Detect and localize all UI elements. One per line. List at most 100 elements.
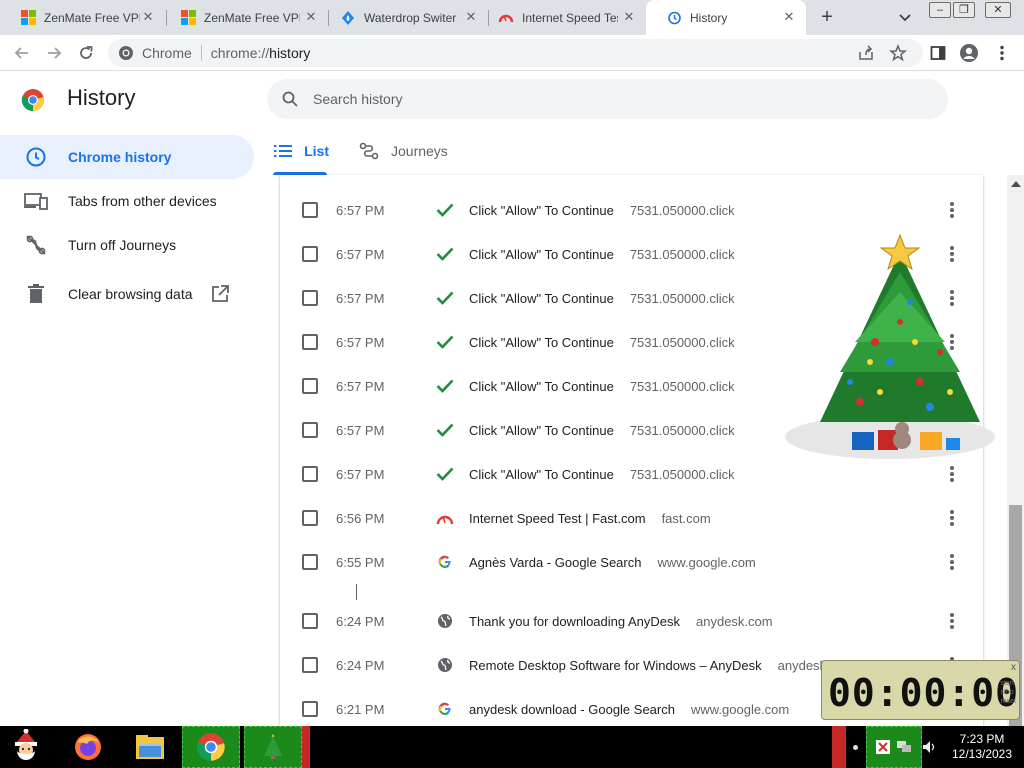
scroll-up-arrow-icon[interactable] — [1011, 181, 1021, 187]
minimize-icon[interactable]: ‒ — [929, 2, 951, 18]
menu-kebab-icon[interactable] — [992, 43, 1012, 63]
row-checkbox[interactable] — [302, 290, 318, 306]
tab-zenmate-2[interactable]: ZenMate Free VPN ✕ — [160, 0, 328, 35]
more-actions-icon[interactable] — [942, 508, 962, 528]
sidebar-item-chrome-history[interactable]: Chrome history — [0, 135, 254, 179]
timer-reset-label[interactable]: reset — [1000, 698, 1016, 705]
row-checkbox[interactable] — [302, 422, 318, 438]
more-actions-icon[interactable] — [942, 200, 962, 220]
sidebar-item-clear-browsing-data[interactable]: Clear browsing data — [0, 272, 254, 316]
row-checkbox[interactable] — [302, 334, 318, 350]
history-entry-link[interactable]: Thank you for downloading AnyDesk anydesk… — [469, 614, 773, 629]
timer-controls[interactable]: start stop reset — [1000, 679, 1016, 706]
entry-title: Click "Allow" To Continue — [469, 422, 614, 438]
history-entry-link[interactable]: Click "Allow" To Continue 7531.050000.cli… — [469, 247, 735, 262]
close-icon[interactable]: ✕ — [304, 10, 318, 24]
history-entry-link[interactable]: Click "Allow" To Continue 7531.050000.cli… — [469, 379, 735, 394]
row-checkbox[interactable] — [302, 466, 318, 482]
new-tab-plus-icon[interactable]: + — [816, 6, 838, 28]
firefox-icon[interactable] — [66, 726, 110, 768]
christmas-tree-icon — [264, 734, 282, 759]
row-checkbox[interactable] — [302, 246, 318, 262]
timer-start-label[interactable]: start — [1000, 680, 1014, 687]
sidebar-item-label: Chrome history — [68, 149, 172, 165]
tab-history[interactable]: History ✕ — [646, 0, 806, 35]
row-checkbox[interactable] — [302, 202, 318, 218]
tab-zenmate-1[interactable]: ZenMate Free VPN ✕ — [0, 0, 165, 35]
sidebar-item-turn-off-journeys[interactable]: Turn off Journeys — [0, 223, 254, 267]
search-input[interactable] — [313, 91, 913, 107]
history-row[interactable]: 6:24 PM Thank you for downloading AnyDes… — [280, 599, 983, 643]
search-icon — [282, 91, 298, 107]
journeys-off-icon — [24, 233, 48, 257]
chevron-down-icon[interactable] — [896, 8, 914, 26]
history-entry-link[interactable]: Agnès Varda - Google Search www.google.co… — [469, 555, 756, 570]
back-icon[interactable] — [12, 43, 32, 63]
tab-journeys[interactable]: Journeys — [359, 127, 448, 175]
history-entry-link[interactable]: Internet Speed Test | Fast.com fast.com — [469, 511, 711, 526]
profile-avatar-icon[interactable] — [959, 43, 979, 63]
start-santa-icon[interactable] — [4, 726, 48, 768]
tab-waterdrop[interactable]: Waterdrop Switer ✕ — [320, 0, 488, 35]
timer-close-icon[interactable]: x — [1011, 662, 1016, 673]
page-scrollbar[interactable] — [1007, 175, 1024, 726]
timer-stop-label[interactable]: stop — [1000, 689, 1013, 696]
history-entry-link[interactable]: Click "Allow" To Continue 7531.050000.cli… — [469, 467, 735, 482]
tray-dot-icon — [848, 726, 862, 768]
taskbar-tree-button[interactable] — [244, 726, 302, 768]
taskbar-scroll-right[interactable] — [832, 726, 846, 768]
row-checkbox[interactable] — [302, 554, 318, 570]
microsoft-logo-icon — [180, 10, 196, 26]
countdown-timer-widget[interactable]: 00:00:00 x start stop reset — [821, 660, 1020, 720]
taskbar-chrome-button[interactable] — [182, 726, 240, 768]
bookmark-star-icon[interactable] — [888, 43, 908, 63]
tab-title: ZenMate Free VPN — [44, 10, 140, 25]
tab-speed-test[interactable]: Internet Speed Test ✕ — [478, 0, 646, 35]
close-icon[interactable]: ✕ — [622, 10, 636, 24]
entry-title: Click "Allow" To Continue — [469, 246, 614, 262]
restore-icon[interactable]: ❐ — [953, 2, 975, 18]
history-row[interactable]: 6:57 PM Click "Allow" To Continue 7531.05… — [280, 188, 983, 232]
file-explorer-icon[interactable] — [128, 726, 172, 768]
window-close-icon[interactable]: ✕ — [985, 2, 1011, 18]
checkmark-icon — [436, 333, 454, 351]
history-entry-link[interactable]: Click "Allow" To Continue 7531.050000.cli… — [469, 203, 735, 218]
history-entry-link[interactable]: Remote Desktop Software for Windows – An… — [469, 658, 854, 673]
chrome-logo-icon — [196, 733, 225, 761]
sidebar-item-label: Clear browsing data — [68, 286, 193, 302]
volume-icon[interactable] — [920, 726, 938, 768]
share-icon[interactable] — [856, 43, 876, 63]
row-checkbox[interactable] — [302, 701, 318, 717]
row-checkbox[interactable] — [302, 613, 318, 629]
history-row[interactable]: 6:56 PM Internet Speed Test | Fast.com fa… — [280, 496, 983, 540]
site-chip[interactable]: Chrome — [118, 45, 192, 61]
taskbar-clock[interactable]: 7:23 PM 12/13/2023 — [944, 732, 1020, 762]
address-bar[interactable]: Chrome chrome://history — [108, 39, 923, 67]
history-row[interactable]: 6:55 PM Agnès Varda - Google Search www.g… — [280, 540, 983, 584]
tab-list[interactable]: List — [273, 127, 329, 175]
entry-title: Click "Allow" To Continue — [469, 378, 614, 394]
close-icon[interactable]: ✕ — [782, 10, 796, 24]
row-checkbox[interactable] — [302, 657, 318, 673]
close-icon[interactable]: ✕ — [464, 10, 478, 24]
entry-title: anydesk download - Google Search — [469, 701, 675, 717]
page-title: History — [67, 85, 136, 110]
row-checkbox[interactable] — [302, 378, 318, 394]
system-tray-area[interactable] — [866, 726, 922, 768]
close-icon[interactable]: ✕ — [141, 10, 155, 24]
forward-icon[interactable] — [44, 43, 64, 63]
history-entry-link[interactable]: Click "Allow" To Continue 7531.050000.cli… — [469, 291, 735, 306]
reload-icon[interactable] — [76, 43, 96, 63]
taskbar-scroll-left[interactable] — [302, 726, 310, 768]
more-actions-icon[interactable] — [942, 552, 962, 572]
search-history-box[interactable] — [267, 79, 948, 119]
sidebar-item-other-devices[interactable]: Tabs from other devices — [0, 179, 254, 223]
history-entry-link[interactable]: anydesk download - Google Search www.goog… — [469, 702, 789, 717]
side-panel-icon[interactable] — [928, 43, 948, 63]
row-checkbox[interactable] — [302, 510, 318, 526]
more-actions-icon[interactable] — [942, 611, 962, 631]
entry-domain: 7531.050000.click — [629, 246, 735, 262]
checkmark-icon — [436, 245, 454, 263]
history-entry-link[interactable]: Click "Allow" To Continue 7531.050000.cli… — [469, 335, 735, 350]
history-entry-link[interactable]: Click "Allow" To Continue 7531.050000.cli… — [469, 423, 735, 438]
